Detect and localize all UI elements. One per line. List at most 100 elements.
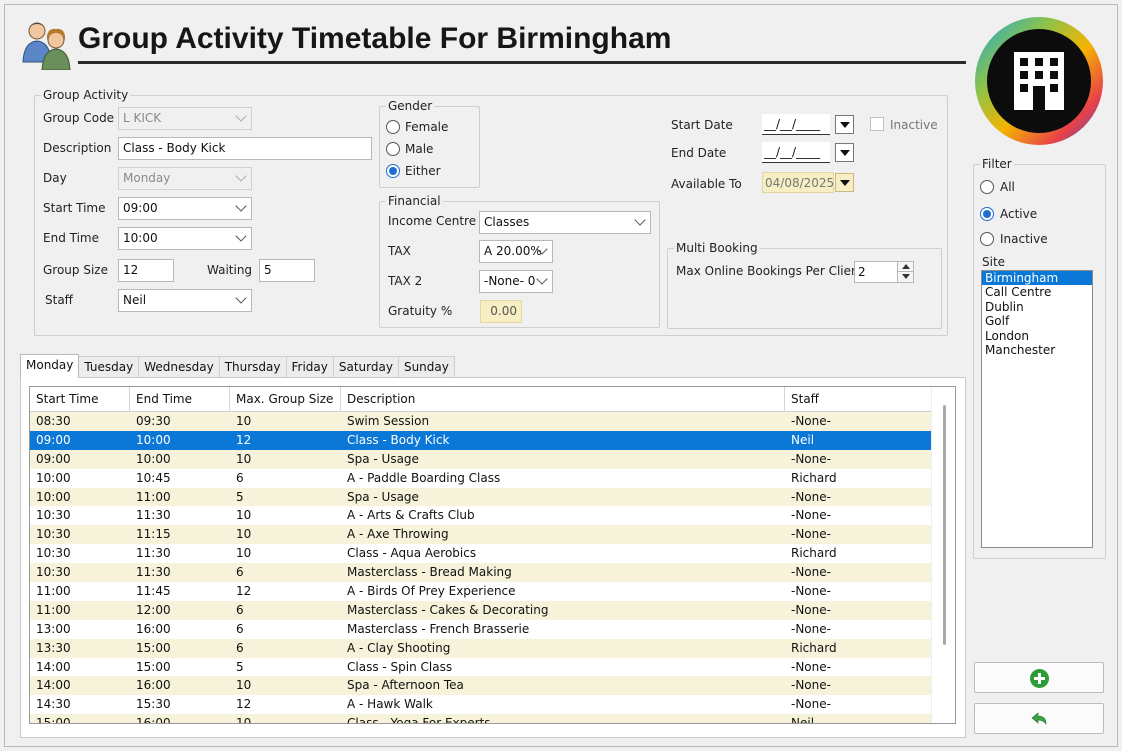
tax-select[interactable]: A 20.00% [479, 240, 553, 263]
inactive-label: Inactive [890, 118, 938, 132]
tax-label: TAX [388, 244, 411, 258]
gender-male-radio[interactable] [386, 142, 400, 156]
tab-tuesday[interactable]: Tuesday [78, 356, 140, 378]
table-row[interactable]: 10:30 11:30 10 Class - Aqua Aerobics Richard [30, 544, 931, 563]
cell-staff: Neil [791, 716, 815, 724]
table-row[interactable]: 09:00 10:00 10 Spa - Usage -None- [30, 449, 931, 469]
cell-end-time: 16:00 [136, 716, 171, 724]
table-row[interactable]: 08:30 09:30 10 Swim Session -None- [30, 412, 931, 431]
building-icon [975, 17, 1103, 145]
tab-friday[interactable]: Friday [285, 356, 334, 378]
table-row[interactable]: 13:00 16:00 6 Masterclass - French Brasseri… [30, 620, 931, 639]
stepper-down-icon[interactable] [897, 272, 913, 282]
cell-end-time: 10:00 [136, 432, 171, 447]
available-to-dropdown[interactable] [835, 173, 854, 192]
site-item-golf[interactable]: Golf [982, 314, 1092, 328]
title-divider [78, 61, 966, 64]
filter-all-radio[interactable] [980, 180, 994, 194]
max-online-label: Max Online Bookings Per Client: [676, 264, 868, 278]
table-row[interactable]: 13:30 15:00 6 A - Clay Shooting Richard [30, 638, 931, 658]
description-input[interactable]: Class - Body Kick [118, 137, 372, 160]
tab-sunday[interactable]: Sunday [397, 356, 455, 378]
group-size-label: Group Size [43, 263, 108, 277]
table-row[interactable]: 10:00 10:45 6 A - Paddle Boarding Class Rich… [30, 469, 931, 488]
income-centre-select[interactable]: Classes [479, 211, 651, 234]
waiting-input[interactable]: 5 [259, 259, 315, 282]
cell-staff: -None- [791, 697, 831, 712]
filter-inactive-radio[interactable] [980, 232, 994, 246]
start-date-dropdown[interactable] [835, 115, 854, 134]
tab-monday[interactable]: Monday [20, 354, 80, 378]
day-value: Monday [123, 171, 171, 185]
group-code-label: Group Code [43, 111, 115, 125]
col-end-time[interactable]: End Time [130, 387, 230, 412]
table-row[interactable]: 14:00 16:00 10 Spa - Afternoon Tea -None- [30, 676, 931, 696]
available-to-label: Available To [671, 177, 742, 191]
site-item-birmingham[interactable]: Birmingham [982, 271, 1092, 286]
cell-description: Masterclass - French Brasserie [347, 621, 530, 636]
group-size-input[interactable]: 12 [118, 259, 174, 282]
max-online-stepper[interactable]: 2 [854, 261, 914, 283]
filter-legend: Filter [982, 157, 1012, 171]
day-select[interactable]: Monday [118, 167, 252, 190]
table-row[interactable]: 14:30 15:30 12 A - Hawk Walk -None- [30, 695, 931, 714]
site-item-london[interactable]: London [982, 329, 1092, 343]
grid-rows: 08:30 09:30 10 Swim Session -None- 09:00 10:00… [30, 412, 931, 724]
day-label: Day [43, 171, 67, 185]
tax2-value: -None- 0 [484, 274, 536, 288]
tab-saturday[interactable]: Saturday [332, 356, 399, 378]
cell-max-group-size: 10 [236, 451, 252, 466]
table-row[interactable]: 10:30 11:15 10 A - Axe Throwing -None- [30, 525, 931, 545]
tax2-select[interactable]: -None- 0 [479, 270, 553, 293]
grid-scrollbar[interactable] [931, 387, 955, 723]
gratuity-input[interactable]: 0.00 [480, 300, 522, 323]
end-date-label: End Date [671, 146, 727, 160]
inactive-checkbox[interactable] [870, 117, 884, 131]
site-item-manchester[interactable]: Manchester [982, 343, 1092, 357]
site-item-call-centre[interactable]: Call Centre [982, 285, 1092, 299]
description-label: Description [43, 141, 112, 155]
col-description[interactable]: Description [341, 387, 785, 412]
group-code-select[interactable]: L KICK [118, 107, 252, 130]
start-time-select[interactable]: 09:00 [118, 197, 252, 220]
available-to-input[interactable]: 04/08/2025 [762, 172, 834, 193]
table-row[interactable]: 11:00 12:00 6 Masterclass - Cakes & Decorat… [30, 600, 931, 620]
end-time-select[interactable]: 10:00 [118, 227, 252, 250]
tab-thursday[interactable]: Thursday [218, 356, 287, 378]
add-button[interactable] [974, 662, 1104, 693]
chevron-down-icon [634, 214, 646, 226]
site-label: Site [982, 255, 1006, 269]
gender-female-radio[interactable] [386, 120, 400, 134]
stepper-up-icon[interactable] [897, 262, 913, 272]
cell-end-time: 15:00 [136, 640, 171, 655]
table-row[interactable]: 10:00 11:00 5 Spa - Usage -None- [30, 487, 931, 507]
col-max-group-size[interactable]: Max. Group Size [230, 387, 341, 412]
chevron-down-icon [235, 110, 247, 122]
gender-either-radio[interactable] [386, 164, 400, 178]
table-row[interactable]: 14:00 15:00 5 Class - Spin Class -None- [30, 658, 931, 677]
end-date-dropdown[interactable] [835, 143, 854, 162]
tab-wednesday[interactable]: Wednesday [138, 356, 220, 378]
filter-active-radio[interactable] [980, 207, 994, 221]
cell-end-time: 10:00 [136, 451, 171, 466]
cell-start-time: 10:30 [36, 508, 71, 523]
table-row[interactable]: 10:30 11:30 6 Masterclass - Bread Making -No… [30, 563, 931, 583]
table-row[interactable]: 11:00 11:45 12 A - Birds Of Prey Experience… [30, 582, 931, 601]
cell-description: Masterclass - Bread Making [347, 565, 512, 580]
waiting-label: Waiting [207, 263, 253, 277]
table-row[interactable]: 15:00 16:00 10 Class - Yoga For Experts Neil [30, 714, 931, 724]
site-item-dublin[interactable]: Dublin [982, 300, 1092, 314]
cell-end-time: 09:30 [136, 414, 171, 428]
staff-select[interactable]: Neil [118, 289, 252, 312]
chevron-down-icon [536, 273, 548, 285]
col-start-time[interactable]: Start Time [30, 387, 130, 412]
table-row[interactable]: 09:00 10:00 12 Class - Body Kick Neil [30, 430, 931, 450]
end-time-label: End Time [43, 231, 99, 245]
scrollbar-thumb[interactable] [943, 405, 946, 645]
start-date-input[interactable]: __/__/____ [762, 114, 830, 135]
table-row[interactable]: 10:30 11:30 10 A - Arts & Crafts Club -None- [30, 506, 931, 525]
end-date-input[interactable]: __/__/____ [762, 142, 830, 163]
cell-start-time: 10:30 [36, 565, 71, 580]
col-staff[interactable]: Staff [785, 387, 931, 412]
undo-button[interactable] [974, 703, 1104, 734]
